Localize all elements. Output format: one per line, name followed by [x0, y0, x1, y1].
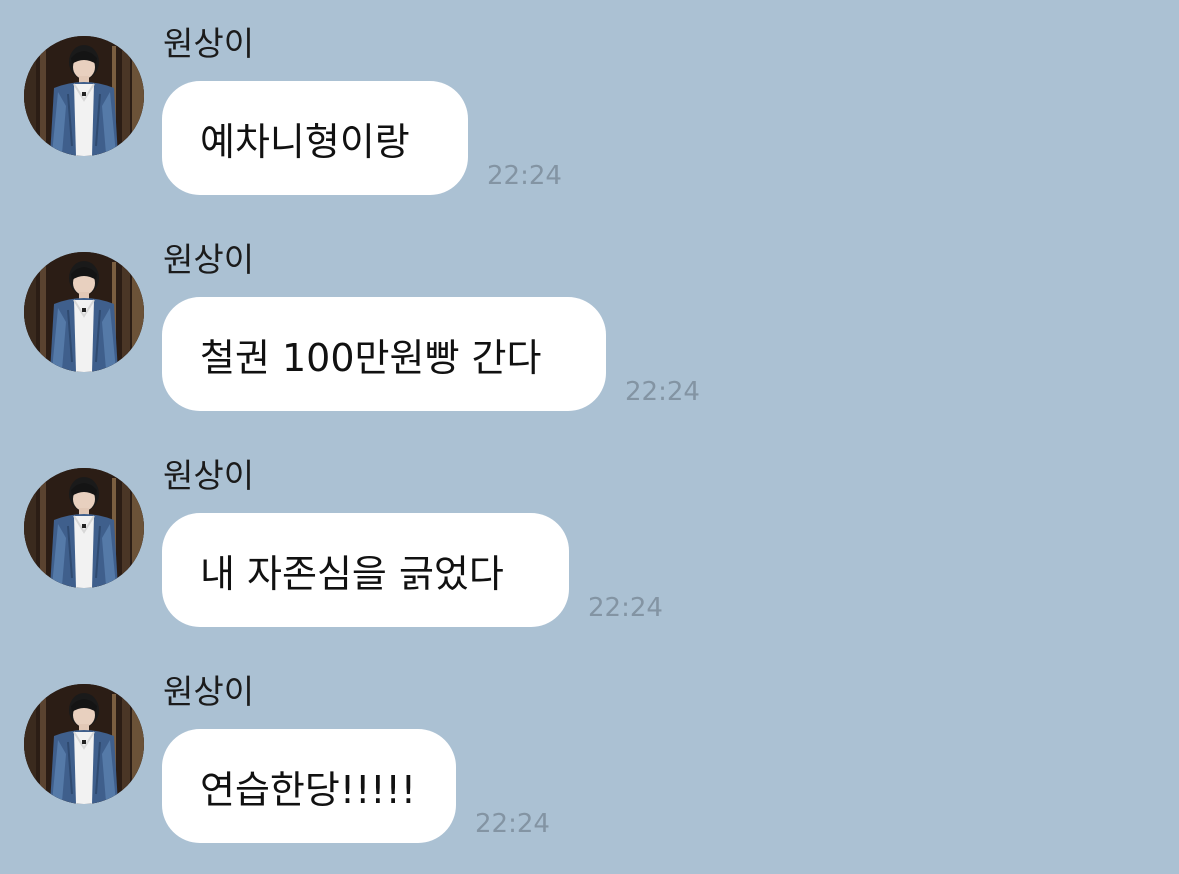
- message-row: 원상이 예차니형이랑 22:24: [0, 24, 1179, 226]
- chat-messages: 원상이 예차니형이랑 22:24 원상이 철권 100만원빵 간다 22:24 …: [0, 0, 1179, 867]
- avatar[interactable]: [24, 468, 144, 588]
- profile-photo-icon: [24, 252, 144, 372]
- message-text: 철권 100만원빵 간다: [200, 335, 542, 380]
- profile-photo-icon: [24, 36, 144, 156]
- sender-name: 원상이: [163, 240, 255, 279]
- sender-name: 원상이: [163, 24, 255, 63]
- avatar[interactable]: [24, 684, 144, 804]
- message-row: 원상이 연습한당!!!!! 22:24: [0, 672, 1179, 874]
- message-time: 22:24: [487, 161, 562, 191]
- message-bubble[interactable]: 철권 100만원빵 간다: [162, 297, 606, 411]
- avatar[interactable]: [24, 252, 144, 372]
- sender-name: 원상이: [163, 672, 255, 711]
- message-bubble[interactable]: 내 자존심을 긁었다: [162, 513, 569, 627]
- profile-photo-icon: [24, 468, 144, 588]
- message-time: 22:24: [625, 377, 700, 407]
- avatar[interactable]: [24, 36, 144, 156]
- message-row: 원상이 내 자존심을 긁었다 22:24: [0, 456, 1179, 658]
- message-bubble[interactable]: 연습한당!!!!!: [162, 729, 456, 843]
- message-text: 연습한당!!!!!: [200, 767, 417, 812]
- profile-photo-icon: [24, 684, 144, 804]
- message-text: 내 자존심을 긁었다: [200, 551, 504, 596]
- message-bubble[interactable]: 예차니형이랑: [162, 81, 468, 195]
- message-text: 예차니형이랑: [200, 119, 410, 164]
- sender-name: 원상이: [163, 456, 255, 495]
- message-row: 원상이 철권 100만원빵 간다 22:24: [0, 240, 1179, 442]
- message-time: 22:24: [475, 809, 550, 839]
- message-time: 22:24: [588, 593, 663, 623]
